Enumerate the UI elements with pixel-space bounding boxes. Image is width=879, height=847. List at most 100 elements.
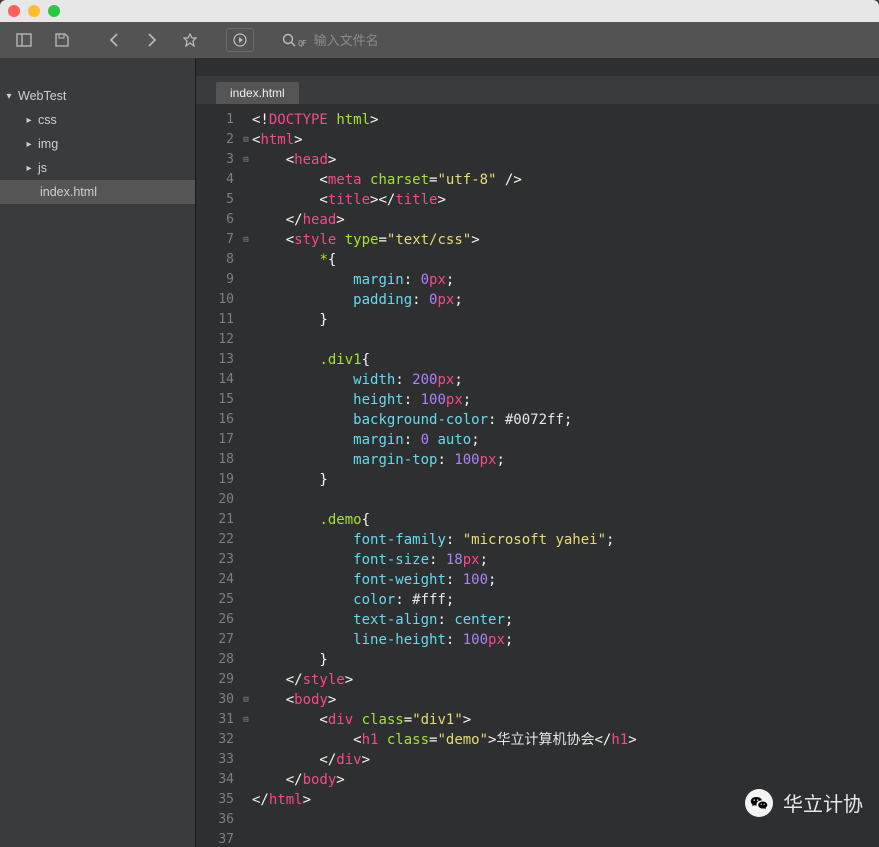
folder-js[interactable]: ▸ js xyxy=(0,156,195,180)
folder-img[interactable]: ▸ img xyxy=(0,132,195,156)
code-line[interactable]: <div class="div1"> xyxy=(252,710,879,730)
fold-marker[interactable]: ⊟ xyxy=(240,150,252,170)
fold-marker xyxy=(240,550,252,570)
fold-marker xyxy=(240,590,252,610)
code-line[interactable]: margin: 0px; xyxy=(252,270,879,290)
line-number: 30 xyxy=(196,690,234,710)
editor-area: index.html 12345678910111213141516171819… xyxy=(196,58,879,847)
line-number: 1 xyxy=(196,110,234,130)
bookmarks-button[interactable] xyxy=(174,26,206,54)
file-search[interactable]: QF xyxy=(282,33,574,48)
line-number: 22 xyxy=(196,530,234,550)
chevron-right-icon: ▸ xyxy=(24,115,34,126)
code-line[interactable]: <h1 class="demo">华立计算机协会</h1> xyxy=(252,730,879,750)
code-line[interactable]: <html> xyxy=(252,130,879,150)
fold-marker xyxy=(240,570,252,590)
code-line[interactable]: <!DOCTYPE html> xyxy=(252,110,879,130)
toggle-sidebar-button[interactable] xyxy=(8,26,40,54)
fold-column[interactable]: ⊟⊟ ⊟ ⊟⊟ xyxy=(240,110,252,847)
file-index[interactable]: index.html xyxy=(0,180,195,204)
code-line[interactable]: width: 200px; xyxy=(252,370,879,390)
code-editor[interactable]: 1234567891011121314151617181920212223242… xyxy=(196,104,879,847)
code-line[interactable]: </head> xyxy=(252,210,879,230)
forward-button[interactable] xyxy=(136,26,168,54)
code-line[interactable]: margin-top: 100px; xyxy=(252,450,879,470)
watermark: 华立计协 xyxy=(745,788,863,817)
code-line[interactable]: .demo{ xyxy=(252,510,879,530)
code-line[interactable]: *{ xyxy=(252,250,879,270)
folder-label: css xyxy=(38,113,57,127)
fold-marker xyxy=(240,310,252,330)
code-line[interactable]: font-weight: 100; xyxy=(252,570,879,590)
fold-marker xyxy=(240,190,252,210)
project-name: WebTest xyxy=(18,89,66,103)
code-line[interactable]: <style type="text/css"> xyxy=(252,230,879,250)
code-line[interactable]: <title></title> xyxy=(252,190,879,210)
fold-marker xyxy=(240,490,252,510)
watermark-text: 华立计协 xyxy=(783,788,863,817)
code-line[interactable] xyxy=(252,330,879,350)
code-line[interactable]: } xyxy=(252,650,879,670)
fold-marker[interactable]: ⊟ xyxy=(240,690,252,710)
play-icon xyxy=(233,33,247,47)
code-line[interactable] xyxy=(252,830,879,847)
line-number: 19 xyxy=(196,470,234,490)
fold-marker[interactable]: ⊟ xyxy=(240,710,252,730)
fold-marker xyxy=(240,410,252,430)
close-window-button[interactable] xyxy=(8,5,20,17)
fold-marker xyxy=(240,290,252,310)
line-number: 12 xyxy=(196,330,234,350)
fold-marker xyxy=(240,730,252,750)
fold-marker xyxy=(240,170,252,190)
code-line[interactable]: .div1{ xyxy=(252,350,879,370)
line-number: 36 xyxy=(196,810,234,830)
code-line[interactable]: text-align: center; xyxy=(252,610,879,630)
code-line[interactable]: } xyxy=(252,470,879,490)
fold-marker[interactable]: ⊟ xyxy=(240,230,252,250)
line-number: 26 xyxy=(196,610,234,630)
wechat-icon xyxy=(745,789,773,817)
code-line[interactable]: line-height: 100px; xyxy=(252,630,879,650)
code-line[interactable]: <meta charset="utf-8" /> xyxy=(252,170,879,190)
code-line[interactable]: <body> xyxy=(252,690,879,710)
fold-marker xyxy=(240,350,252,370)
project-root[interactable]: ▾ WebTest xyxy=(0,84,195,108)
code-line[interactable]: </div> xyxy=(252,750,879,770)
line-number: 17 xyxy=(196,430,234,450)
file-search-input[interactable] xyxy=(314,33,574,48)
code-line[interactable]: height: 100px; xyxy=(252,390,879,410)
code-line[interactable]: <head> xyxy=(252,150,879,170)
code-line[interactable] xyxy=(252,490,879,510)
chevron-left-icon xyxy=(109,33,119,47)
back-button[interactable] xyxy=(98,26,130,54)
fold-marker xyxy=(240,830,252,847)
minimize-window-button[interactable] xyxy=(28,5,40,17)
line-number: 24 xyxy=(196,570,234,590)
code-line[interactable]: font-family: "microsoft yahei"; xyxy=(252,530,879,550)
run-button[interactable] xyxy=(226,28,254,52)
fold-marker xyxy=(240,750,252,770)
tab-index[interactable]: index.html xyxy=(216,82,299,104)
fold-marker xyxy=(240,430,252,450)
code-line[interactable]: color: #fff; xyxy=(252,590,879,610)
fold-marker xyxy=(240,450,252,470)
folder-css[interactable]: ▸ css xyxy=(0,108,195,132)
code-line[interactable]: padding: 0px; xyxy=(252,290,879,310)
search-hint: QF xyxy=(298,39,306,48)
star-icon xyxy=(183,33,197,47)
code-content[interactable]: <!DOCTYPE html><html> <head> <meta chars… xyxy=(252,110,879,847)
fold-marker[interactable]: ⊟ xyxy=(240,130,252,150)
save-button[interactable] xyxy=(46,26,78,54)
code-line[interactable]: background-color: #0072ff; xyxy=(252,410,879,430)
line-number: 16 xyxy=(196,410,234,430)
fold-marker xyxy=(240,510,252,530)
code-line[interactable]: margin: 0 auto; xyxy=(252,430,879,450)
code-line[interactable]: </style> xyxy=(252,670,879,690)
line-number: 33 xyxy=(196,750,234,770)
code-line[interactable]: font-size: 18px; xyxy=(252,550,879,570)
line-number: 34 xyxy=(196,770,234,790)
maximize-window-button[interactable] xyxy=(48,5,60,17)
chevron-right-icon xyxy=(147,33,157,47)
code-line[interactable]: </body> xyxy=(252,770,879,790)
code-line[interactable]: } xyxy=(252,310,879,330)
